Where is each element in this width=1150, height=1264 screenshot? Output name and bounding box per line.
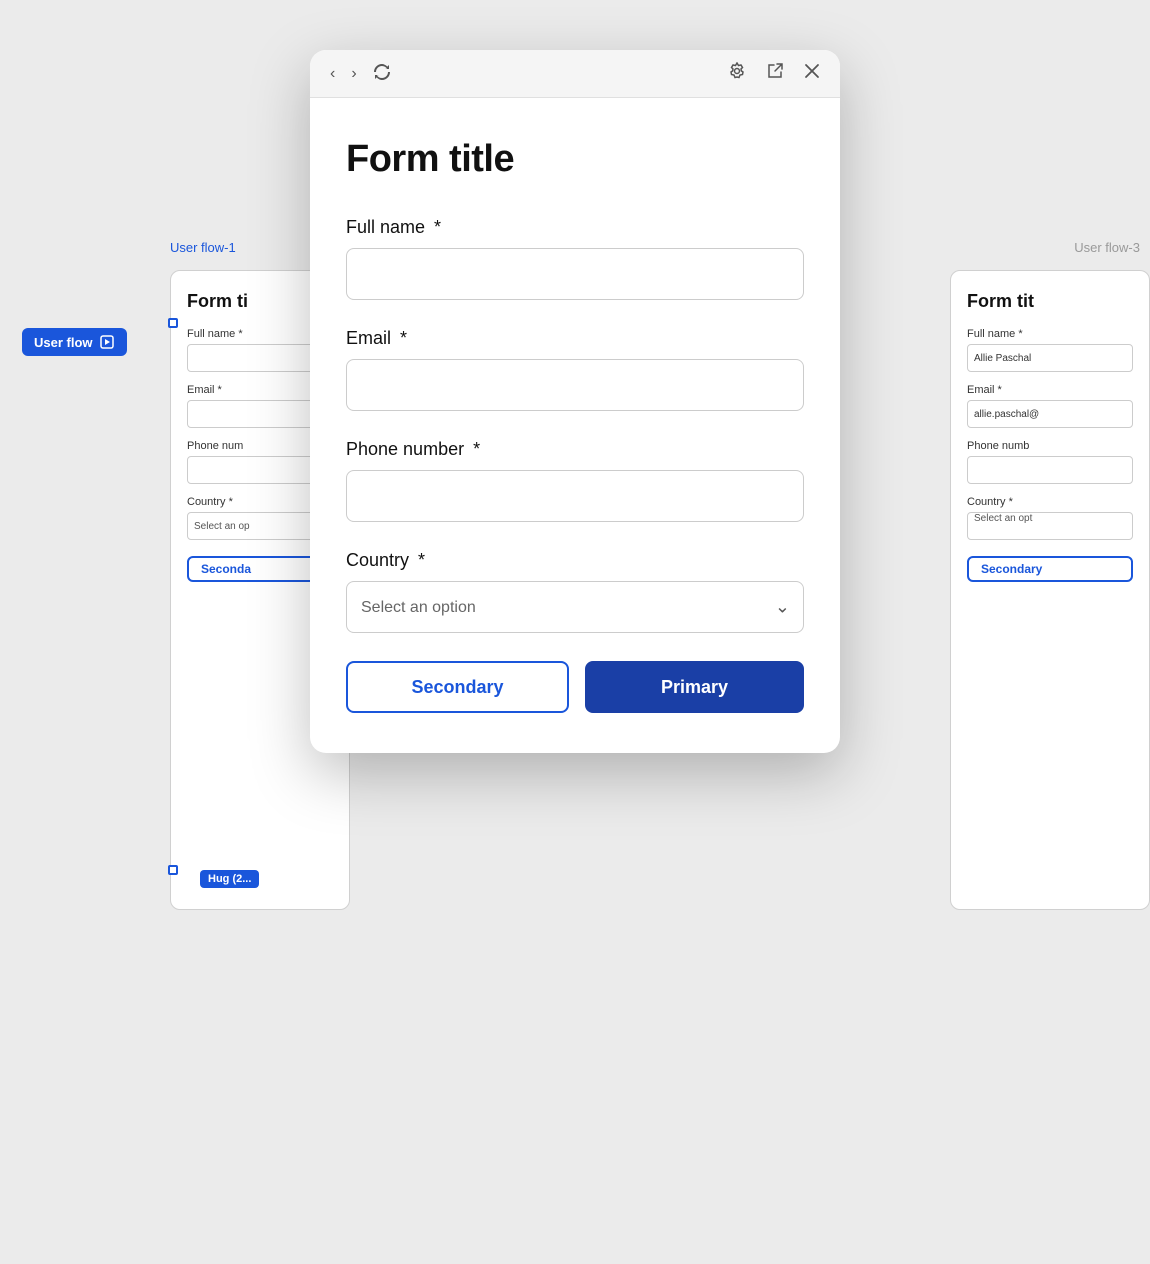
chrome-actions	[724, 60, 824, 87]
phone-label: Phone number *	[346, 439, 804, 460]
form-buttons: Secondary Primary	[346, 661, 804, 713]
user-flow-tag[interactable]: User flow	[22, 328, 127, 356]
form-content: Form title Full name * Email *	[310, 98, 840, 753]
settings-button[interactable]	[724, 60, 750, 87]
external-link-button[interactable]	[762, 60, 788, 87]
selection-handle-tl	[168, 318, 178, 328]
right-field-input-2: allie.paschal@	[967, 400, 1133, 428]
email-field: Email *	[346, 328, 804, 411]
canvas: Form ti Full name * Email * Phone num Co…	[0, 0, 1150, 1264]
phone-input[interactable]	[346, 470, 804, 522]
reload-button[interactable]	[369, 61, 395, 87]
right-field-label-3: Phone numb	[967, 440, 1133, 452]
email-label: Email *	[346, 328, 804, 349]
full-name-required: *	[434, 217, 441, 237]
user-flow-tag-label: User flow	[34, 335, 93, 350]
country-required: *	[418, 550, 425, 570]
full-name-input[interactable]	[346, 248, 804, 300]
country-select-wrapper: Select an option United States United Ki…	[346, 581, 804, 633]
phone-field: Phone number *	[346, 439, 804, 522]
phone-required: *	[473, 439, 480, 459]
form-title: Form title	[346, 138, 804, 181]
selection-handle-bl	[168, 865, 178, 875]
email-input[interactable]	[346, 359, 804, 411]
hug-badge: Hug (2...	[200, 870, 259, 888]
right-field-label-4: Country *	[967, 496, 1133, 508]
right-background-card: Form tit Full name * Allie Paschal Email…	[950, 270, 1150, 910]
window-chrome: ‹ ›	[310, 50, 840, 98]
right-field-label-1: Full name *	[967, 328, 1133, 340]
right-card-title: Form tit	[967, 291, 1133, 312]
full-name-field: Full name *	[346, 217, 804, 300]
right-field-input-3	[967, 456, 1133, 484]
right-field-select: Select an opt	[967, 512, 1133, 540]
modal-window: ‹ ›	[310, 50, 840, 753]
play-icon	[99, 334, 115, 350]
user-flow-label-right: User flow-3	[1074, 240, 1140, 255]
right-field-input-1: Allie Paschal	[967, 344, 1133, 372]
close-button[interactable]	[800, 61, 824, 86]
email-required: *	[400, 328, 407, 348]
right-field-label-2: Email *	[967, 384, 1133, 396]
right-secondary-button: Secondary	[967, 556, 1133, 582]
forward-button[interactable]: ›	[347, 64, 360, 84]
country-select[interactable]: Select an option United States United Ki…	[346, 581, 804, 633]
country-label: Country *	[346, 550, 804, 571]
chrome-nav: ‹ ›	[326, 61, 395, 87]
secondary-button[interactable]: Secondary	[346, 661, 569, 713]
country-field: Country * Select an option United States…	[346, 550, 804, 633]
user-flow-label-left: User flow-1	[170, 240, 236, 255]
full-name-label: Full name *	[346, 217, 804, 238]
back-button[interactable]: ‹	[326, 64, 339, 84]
primary-button[interactable]: Primary	[585, 661, 804, 713]
